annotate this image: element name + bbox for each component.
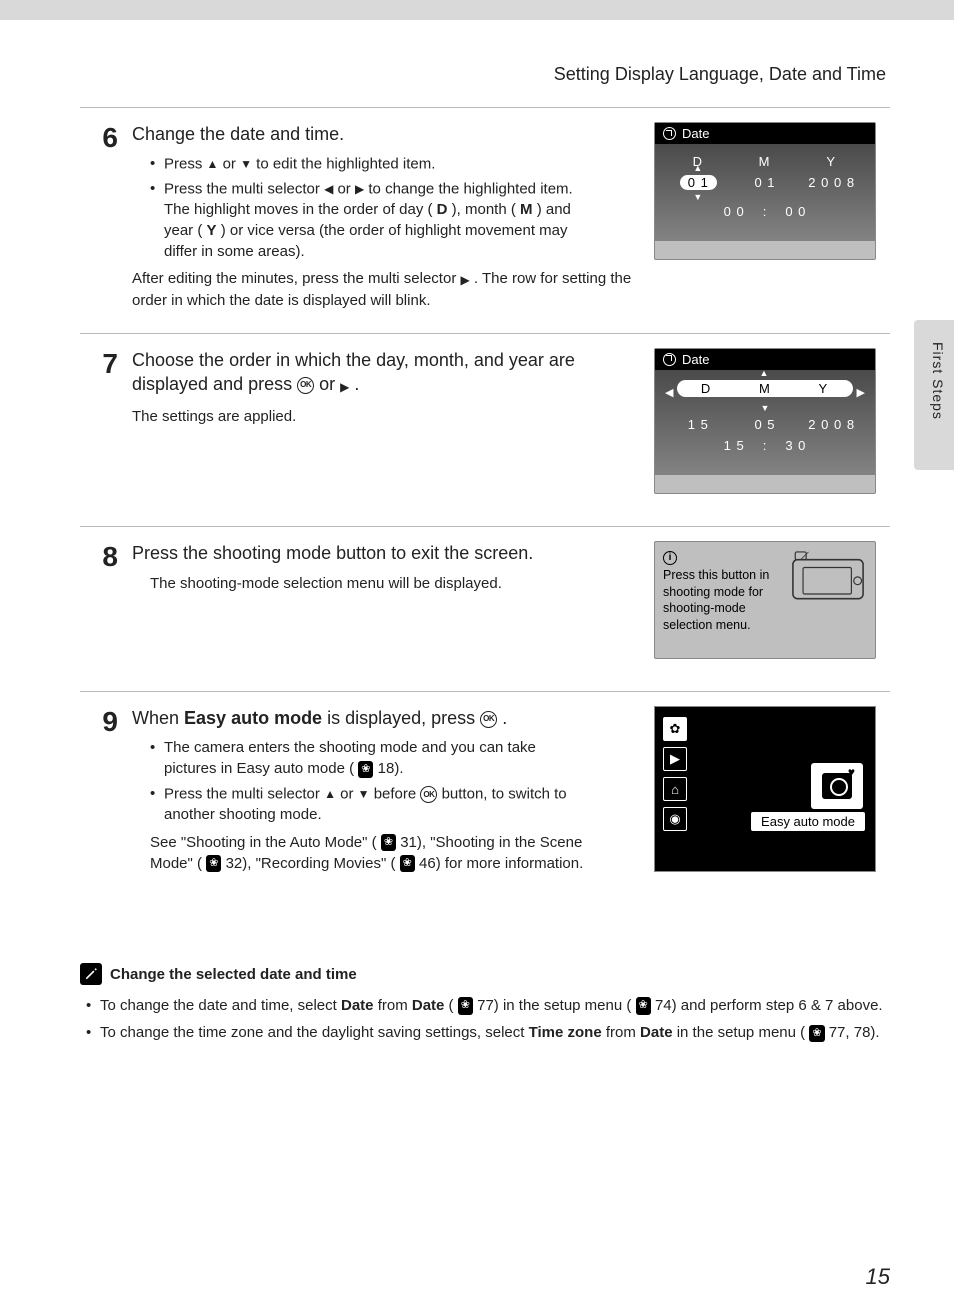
label-d: D xyxy=(701,381,712,396)
page-ref-icon: ❀ xyxy=(381,834,396,851)
mode-scene-icon: ⌂ xyxy=(663,777,687,801)
easy-auto-mode-label: Easy auto mode xyxy=(751,812,865,831)
ok-icon: OK xyxy=(297,377,314,394)
triangle-right-icon xyxy=(340,373,349,397)
page-ref-icon: ❀ xyxy=(358,761,373,778)
clock-icon xyxy=(663,353,676,366)
step-6: 6 Date D M Y xyxy=(80,107,890,334)
note-pencil-icon xyxy=(80,963,102,985)
mode-icon-strip: ✿ ▶ ⌂ ◉ xyxy=(663,717,687,831)
page-ref-icon: ❀ xyxy=(809,1025,824,1043)
step-8: 8 i Press this button in shooting mode f… xyxy=(80,526,890,692)
step-9-bullet-2: Press the multi selector or before OK bu… xyxy=(150,784,592,826)
note-section: Change the selected date and time To cha… xyxy=(80,963,890,1044)
step-9: 9 ✿ ▶ ⌂ ◉ Easy auto mode When xyxy=(80,691,890,904)
panel-title: Date xyxy=(682,352,709,367)
mode-easy-auto-icon: ✿ xyxy=(663,717,687,741)
triangle-left-icon: ◀ xyxy=(665,386,673,399)
triangle-down-icon: ▼ xyxy=(693,192,703,202)
page-ref-icon: ❀ xyxy=(400,855,415,872)
step-9-screen: ✿ ▶ ⌂ ◉ Easy auto mode xyxy=(654,706,876,872)
ok-icon: OK xyxy=(420,786,437,803)
triangle-up-icon xyxy=(207,154,219,175)
label-m: M xyxy=(759,381,772,396)
triangle-up-icon xyxy=(324,784,336,805)
value-day-highlighted: ▲ 0 1 ▼ xyxy=(665,175,732,190)
easy-auto-mode-glyph xyxy=(811,763,863,809)
mode-auto-icon: ◉ xyxy=(663,807,687,831)
value-year: 2 0 0 8 xyxy=(798,175,865,190)
step-7-num: 7 xyxy=(80,348,118,504)
label-y: Y xyxy=(819,381,830,396)
mode-movie-icon: ▶ xyxy=(663,747,687,771)
triangle-down-icon xyxy=(358,784,370,805)
triangle-left-icon xyxy=(324,179,333,200)
panel-title: Date xyxy=(682,126,709,141)
value-hour: 1 5 xyxy=(724,438,745,453)
triangle-down-icon: ▼ xyxy=(665,403,865,413)
ok-icon: OK xyxy=(480,711,497,728)
step-6-date-panel: Date D M Y ▲ 0 1 ▼ xyxy=(654,122,876,260)
value-day: 1 5 xyxy=(665,417,732,432)
camera-diagram-icon xyxy=(789,548,867,603)
triangle-up-icon: ▲ xyxy=(693,163,703,173)
note-bullet-1: To change the date and time, select Date… xyxy=(84,995,890,1016)
step-9-para: See "Shooting in the Auto Mode" ( ❀ 31),… xyxy=(132,832,592,874)
step-8-title: Press the shooting mode button to exit t… xyxy=(132,541,592,565)
triangle-right-icon: ▶ xyxy=(857,386,865,399)
label-m: M xyxy=(732,154,799,169)
value-month: 0 1 xyxy=(732,175,799,190)
step-7-date-panel: Date ◀ ▲ D M Y ▶ ▼ xyxy=(654,348,876,494)
value-minute: 3 0 xyxy=(785,438,806,453)
triangle-down-icon xyxy=(240,154,252,175)
value-month: 0 5 xyxy=(732,417,799,432)
page-ref-icon: ❀ xyxy=(458,997,473,1015)
value-hour: 0 0 xyxy=(724,204,745,219)
page-ref-icon: ❀ xyxy=(206,855,221,872)
step-9-bullet-1: The camera enters the shooting mode and … xyxy=(150,738,592,779)
note-bullet-2: To change the time zone and the daylight… xyxy=(84,1022,890,1043)
step-6-bullet-1: Press or to edit the highlighted item. xyxy=(150,154,592,175)
step-7: 7 Date ◀ ▲ D M xyxy=(80,333,890,527)
triangle-up-icon: ▲ xyxy=(760,368,771,378)
step-9-num: 9 xyxy=(80,706,118,882)
triangle-right-icon xyxy=(355,179,364,200)
note-title: Change the selected date and time xyxy=(110,966,357,983)
value-year: 2 0 0 8 xyxy=(798,417,865,432)
clock-icon xyxy=(663,127,676,140)
step-6-num: 6 xyxy=(80,122,118,311)
page-ref-icon: ❀ xyxy=(636,997,651,1015)
info-icon: i xyxy=(663,551,677,565)
info-text: Press this button in shooting mode for s… xyxy=(663,567,783,635)
label-y: Y xyxy=(798,154,865,169)
step-6-bullet-2: Press the multi selector or to change th… xyxy=(150,179,592,262)
triangle-right-icon xyxy=(460,269,469,290)
step-8-num: 8 xyxy=(80,541,118,669)
side-tab-label: First Steps xyxy=(930,342,946,420)
step-8-infobox: i Press this button in shooting mode for… xyxy=(654,541,876,659)
page-number: 15 xyxy=(866,1264,890,1290)
step-6-after: After editing the minutes, press the mul… xyxy=(132,268,876,311)
value-minute: 0 0 xyxy=(785,204,806,219)
page-header-title: Setting Display Language, Date and Time xyxy=(80,64,890,107)
